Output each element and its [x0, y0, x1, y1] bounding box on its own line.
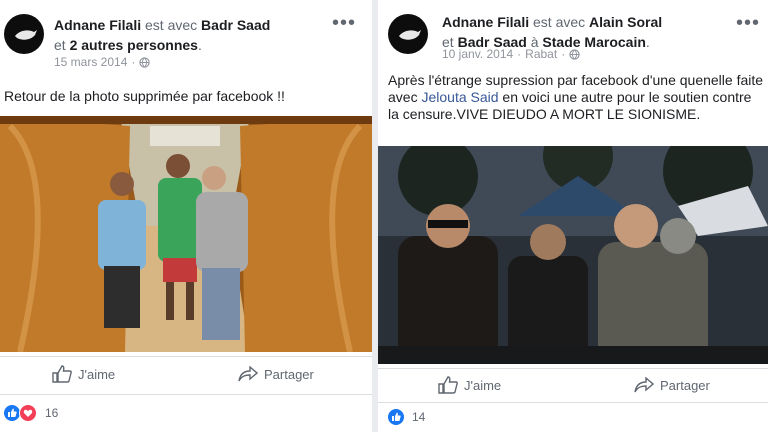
meta-dot: ·: [561, 47, 566, 61]
period: .: [645, 34, 650, 50]
post-actions: J'aime Partager: [0, 362, 372, 386]
reactions-summary[interactable]: 16: [4, 404, 58, 422]
share-button[interactable]: Partager: [238, 366, 314, 382]
share-label: Partager: [660, 377, 710, 393]
share-label: Partager: [264, 366, 314, 382]
reactions-summary[interactable]: 14: [388, 409, 425, 425]
post-header: Adnane Filali est avec Alain Soral et Ba…: [378, 0, 768, 78]
and-text: et: [54, 37, 66, 53]
share-button[interactable]: Partager: [634, 377, 710, 393]
reaction-count: 14: [412, 410, 426, 424]
reaction-count: 16: [45, 406, 59, 420]
avatar-bird-icon: [399, 30, 421, 40]
like-reaction-icon: [388, 409, 404, 425]
like-label: J'aime: [464, 377, 502, 393]
others-link[interactable]: 2 autres personnes: [70, 37, 198, 53]
thumbs-up-icon: [438, 376, 458, 394]
like-reaction-icon: [4, 405, 20, 421]
like-button[interactable]: J'aime: [438, 376, 501, 394]
post-location[interactable]: Rabat: [525, 47, 557, 61]
post-header: Adnane Filali est avec Badr Saad et 2 au…: [0, 0, 372, 78]
caption-tag-link[interactable]: Jelouta Said: [421, 89, 498, 105]
thumbs-up-icon: [52, 365, 72, 383]
globe-icon: [139, 56, 151, 68]
divider: [0, 356, 372, 357]
like-label: J'aime: [78, 366, 116, 382]
divider: [0, 394, 372, 395]
like-button[interactable]: J'aime: [52, 365, 115, 383]
author-avatar[interactable]: [388, 14, 428, 54]
share-arrow-icon: [634, 377, 654, 393]
post-meta: 15 mars 2014 ·: [54, 55, 151, 69]
post-date[interactable]: 15 mars 2014: [54, 55, 127, 69]
author-name[interactable]: Adnane Filali: [442, 14, 529, 30]
divider: [378, 402, 768, 403]
more-options-icon[interactable]: •••: [736, 12, 760, 35]
post-caption: Après l'étrange supression par facebook …: [388, 72, 764, 123]
divider: [378, 368, 768, 369]
author-name[interactable]: Adnane Filali: [54, 17, 141, 33]
globe-icon: [569, 48, 580, 60]
avatar-bird-icon: [15, 30, 37, 40]
post-headline: Adnane Filali est avec Badr Saad et 2 au…: [54, 15, 314, 55]
with-text: est avec: [145, 17, 198, 33]
love-reaction-icon: [19, 404, 37, 422]
post-photo[interactable]: [0, 116, 372, 352]
meta-dot: ·: [131, 55, 136, 69]
post-card-right: Adnane Filali est avec Alain Soral et Ba…: [378, 0, 768, 432]
post-date[interactable]: 10 janv. 2014: [442, 47, 513, 61]
post-actions: J'aime Partager: [378, 373, 768, 397]
with-text: est avec: [533, 14, 586, 30]
tagged-person[interactable]: Badr Saad: [201, 17, 270, 33]
more-options-icon[interactable]: •••: [332, 12, 356, 35]
post-caption: Retour de la photo supprimée par faceboo…: [4, 88, 285, 104]
post-headline: Adnane Filali est avec Alain Soral et Ba…: [442, 12, 742, 52]
tagged-person-1[interactable]: Alain Soral: [589, 14, 662, 30]
post-card-left: Adnane Filali est avec Badr Saad et 2 au…: [0, 0, 372, 432]
post-photo[interactable]: [378, 146, 768, 364]
author-avatar[interactable]: [4, 14, 44, 54]
share-arrow-icon: [238, 366, 258, 382]
period: .: [197, 37, 202, 53]
meta-dot: ·: [517, 47, 522, 61]
post-meta: 10 janv. 2014 · Rabat ·: [442, 47, 580, 61]
